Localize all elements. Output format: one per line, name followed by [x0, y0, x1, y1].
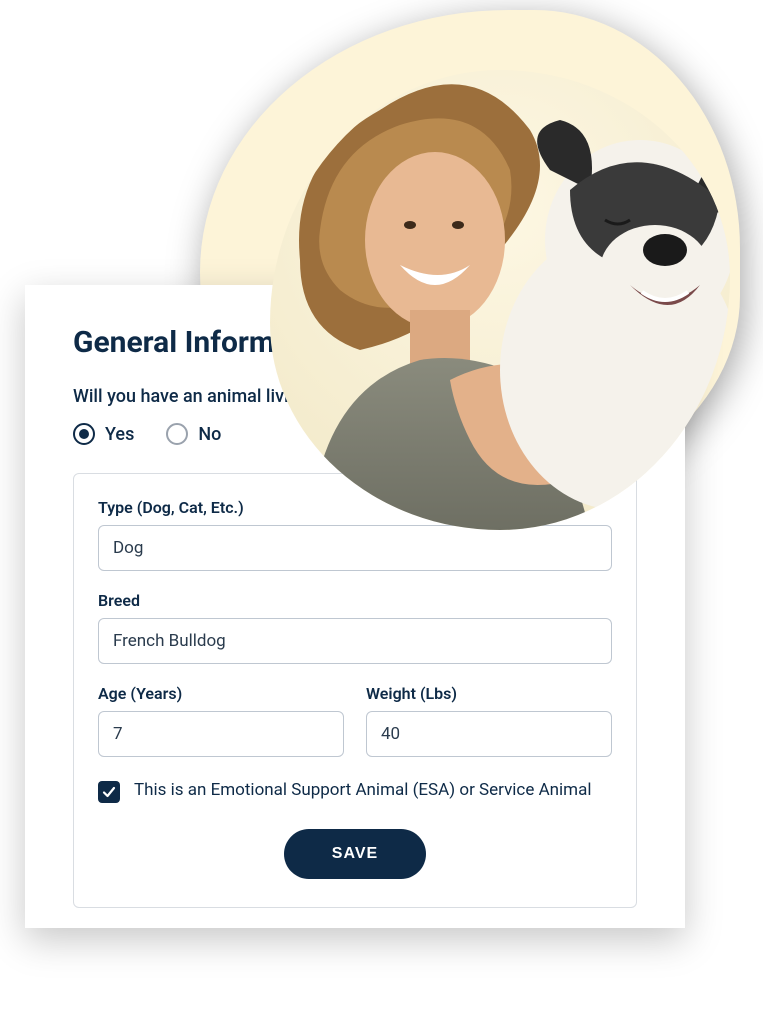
radio-dot-icon [79, 429, 89, 439]
age-label: Age (Years) [98, 684, 344, 703]
esa-checkbox-row[interactable]: This is an Emotional Support Animal (ESA… [98, 779, 612, 803]
age-input[interactable] [98, 711, 344, 757]
esa-checkbox[interactable] [98, 781, 120, 803]
animal-details-form: Type (Dog, Cat, Etc.) Breed Age (Years) … [73, 473, 637, 908]
radio-circle-icon [73, 423, 95, 445]
radio-yes-label: Yes [105, 424, 134, 445]
radio-no-label: No [198, 424, 221, 445]
breed-label: Breed [98, 591, 612, 610]
radio-yes[interactable]: Yes [73, 423, 134, 445]
breed-input[interactable] [98, 618, 612, 664]
save-button[interactable]: SAVE [284, 829, 426, 879]
radio-no[interactable]: No [166, 423, 221, 445]
esa-checkbox-label: This is an Emotional Support Animal (ESA… [134, 779, 591, 803]
type-input[interactable] [98, 525, 612, 571]
radio-circle-icon [166, 423, 188, 445]
weight-input[interactable] [366, 711, 612, 757]
check-icon [102, 785, 116, 799]
weight-label: Weight (Lbs) [366, 684, 612, 703]
